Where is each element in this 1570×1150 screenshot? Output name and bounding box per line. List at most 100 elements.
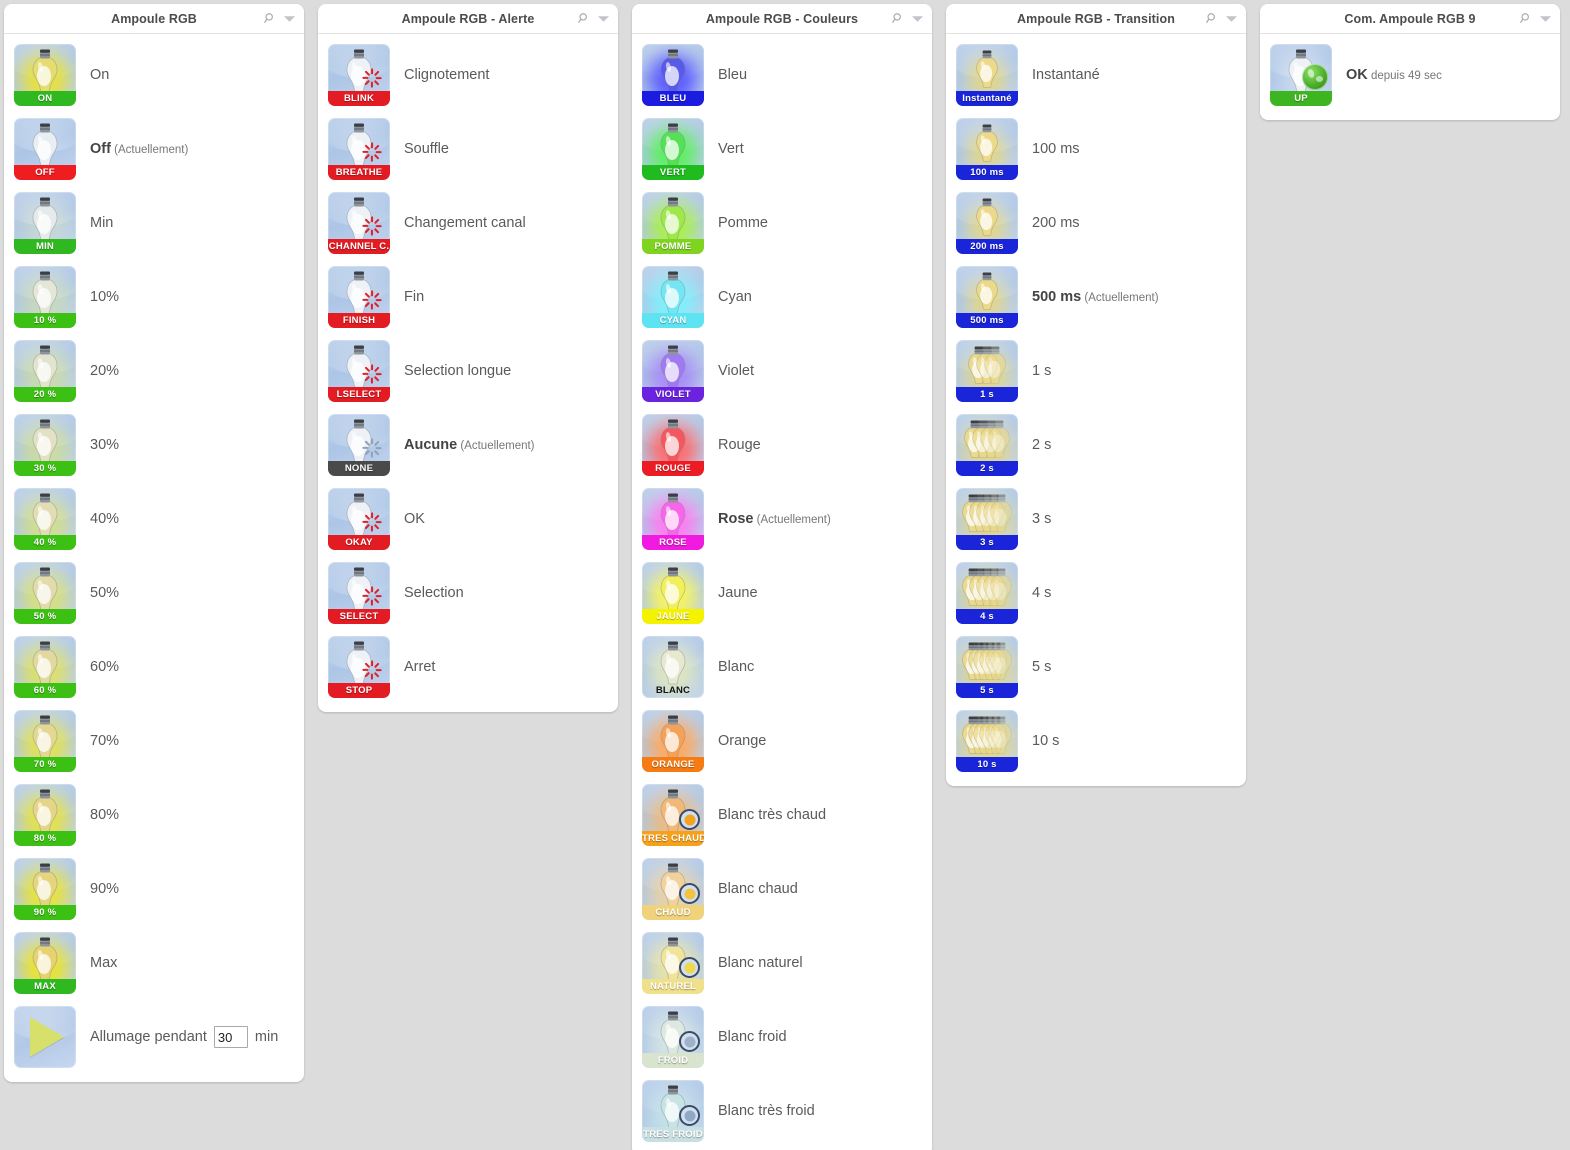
bulb-tile[interactable]: 5 s — [956, 636, 1018, 698]
search-icon[interactable] — [578, 12, 591, 25]
action-row[interactable]: VERT Vert — [632, 112, 932, 186]
bulb-tile[interactable]: VIOLET — [642, 340, 704, 402]
bulb-tile[interactable]: FINISH — [328, 266, 390, 328]
bulb-tile[interactable]: 60 % — [14, 636, 76, 698]
action-row[interactable]: BLANC Blanc — [632, 630, 932, 704]
action-row[interactable]: 200 ms 200 ms — [946, 186, 1246, 260]
chevron-down-icon[interactable] — [283, 14, 296, 24]
bulb-tile[interactable]: 500 ms — [956, 266, 1018, 328]
action-row[interactable]: 10 % 10% — [4, 260, 304, 334]
chevron-down-icon[interactable] — [597, 14, 610, 24]
action-row[interactable]: 500 ms 500 ms (Actuellement) — [946, 260, 1246, 334]
bulb-tile[interactable]: VERT — [642, 118, 704, 180]
action-row[interactable]: JAUNE Jaune — [632, 556, 932, 630]
bulb-tile[interactable]: ROUGE — [642, 414, 704, 476]
action-row[interactable]: LSELECT Selection longue — [318, 334, 618, 408]
action-row[interactable]: TRES FROID Blanc très froid — [632, 1074, 932, 1148]
action-row[interactable]: 70 % 70% — [4, 704, 304, 778]
action-row[interactable]: OKAY OK — [318, 482, 618, 556]
bulb-tile[interactable]: 50 % — [14, 562, 76, 624]
bulb-tile[interactable]: POMME — [642, 192, 704, 254]
bulb-tile[interactable]: CHAUD — [642, 858, 704, 920]
bulb-tile[interactable]: BLANC — [642, 636, 704, 698]
action-row[interactable]: Instantané Instantané — [946, 38, 1246, 112]
action-row[interactable]: 40 % 40% — [4, 482, 304, 556]
bulb-tile[interactable]: BLEU — [642, 44, 704, 106]
action-row[interactable]: SELECT Selection — [318, 556, 618, 630]
bulb-tile[interactable]: NATUREL — [642, 932, 704, 994]
bulb-tile[interactable]: ROSE — [642, 488, 704, 550]
action-row[interactable]: FROID Blanc froid — [632, 1000, 932, 1074]
bulb-tile[interactable]: 4 s — [956, 562, 1018, 624]
action-row[interactable]: BLEU Bleu — [632, 38, 932, 112]
chevron-down-icon[interactable] — [1225, 14, 1238, 24]
bulb-tile[interactable]: 200 ms — [956, 192, 1018, 254]
action-row[interactable]: 3 s 3 s — [946, 482, 1246, 556]
bulb-tile[interactable]: 10 s — [956, 710, 1018, 772]
bulb-tile[interactable]: NONE — [328, 414, 390, 476]
action-row[interactable]: 4 s 4 s — [946, 556, 1246, 630]
bulb-tile[interactable]: FROID — [642, 1006, 704, 1068]
action-row[interactable]: TRES CHAUD Blanc très chaud — [632, 778, 932, 852]
action-row[interactable]: 5 s 5 s — [946, 630, 1246, 704]
bulb-tile[interactable]: OKAY — [328, 488, 390, 550]
action-row[interactable]: ROUGE Rouge — [632, 408, 932, 482]
timer-row[interactable]: Allumage pendant min — [4, 1000, 304, 1074]
action-row[interactable]: NATUREL Blanc naturel — [632, 926, 932, 1000]
action-row[interactable]: CHAUD Blanc chaud — [632, 852, 932, 926]
action-row[interactable]: CHANNEL C. Changement canal — [318, 186, 618, 260]
action-row[interactable]: MAX Max — [4, 926, 304, 1000]
bulb-tile[interactable]: 1 s — [956, 340, 1018, 402]
bulb-tile[interactable]: 10 % — [14, 266, 76, 328]
bulb-tile[interactable]: 70 % — [14, 710, 76, 772]
action-row[interactable]: UP OK depuis 49 sec — [1260, 38, 1560, 112]
bulb-tile[interactable]: UP — [1270, 44, 1332, 106]
action-row[interactable]: 90 % 90% — [4, 852, 304, 926]
action-row[interactable]: MIN Min — [4, 186, 304, 260]
chevron-down-icon[interactable] — [1539, 14, 1552, 24]
bulb-tile[interactable]: OFF — [14, 118, 76, 180]
bulb-tile[interactable]: 90 % — [14, 858, 76, 920]
bulb-tile[interactable]: 80 % — [14, 784, 76, 846]
bulb-tile[interactable]: ORANGE — [642, 710, 704, 772]
bulb-tile[interactable]: 40 % — [14, 488, 76, 550]
action-row[interactable]: ROSE Rose (Actuellement) — [632, 482, 932, 556]
bulb-tile[interactable]: STOP — [328, 636, 390, 698]
bulb-tile[interactable]: 20 % — [14, 340, 76, 402]
action-row[interactable]: 30 % 30% — [4, 408, 304, 482]
bulb-tile[interactable]: TRES FROID — [642, 1080, 704, 1142]
action-row[interactable]: 20 % 20% — [4, 334, 304, 408]
bulb-tile[interactable]: ON — [14, 44, 76, 106]
bulb-tile[interactable]: BLINK — [328, 44, 390, 106]
bulb-tile[interactable]: CYAN — [642, 266, 704, 328]
search-icon[interactable] — [892, 12, 905, 25]
timer-minutes-input[interactable] — [213, 1026, 248, 1048]
play-button-tile[interactable] — [14, 1006, 76, 1068]
search-icon[interactable] — [264, 12, 277, 25]
action-row[interactable]: 2 s 2 s — [946, 408, 1246, 482]
bulb-tile[interactable]: 100 ms — [956, 118, 1018, 180]
bulb-tile[interactable]: TRES CHAUD — [642, 784, 704, 846]
action-row[interactable]: POMME Pomme — [632, 186, 932, 260]
bulb-tile[interactable]: 30 % — [14, 414, 76, 476]
bulb-tile[interactable]: CHANNEL C. — [328, 192, 390, 254]
action-row[interactable]: NONE Aucune (Actuellement) — [318, 408, 618, 482]
action-row[interactable]: STOP Arret — [318, 630, 618, 704]
bulb-tile[interactable]: Instantané — [956, 44, 1018, 106]
action-row[interactable]: ORANGE Orange — [632, 704, 932, 778]
action-row[interactable]: 1 s 1 s — [946, 334, 1246, 408]
action-row[interactable]: 80 % 80% — [4, 778, 304, 852]
action-row[interactable]: ON On — [4, 38, 304, 112]
action-row[interactable]: OFF Off (Actuellement) — [4, 112, 304, 186]
chevron-down-icon[interactable] — [911, 14, 924, 24]
action-row[interactable]: VIOLET Violet — [632, 334, 932, 408]
bulb-tile[interactable]: LSELECT — [328, 340, 390, 402]
search-icon[interactable] — [1206, 12, 1219, 25]
action-row[interactable]: 50 % 50% — [4, 556, 304, 630]
search-icon[interactable] — [1520, 12, 1533, 25]
action-row[interactable]: 10 s 10 s — [946, 704, 1246, 778]
action-row[interactable]: BLINK Clignotement — [318, 38, 618, 112]
bulb-tile[interactable]: 2 s — [956, 414, 1018, 476]
bulb-tile[interactable]: 3 s — [956, 488, 1018, 550]
action-row[interactable]: FINISH Fin — [318, 260, 618, 334]
